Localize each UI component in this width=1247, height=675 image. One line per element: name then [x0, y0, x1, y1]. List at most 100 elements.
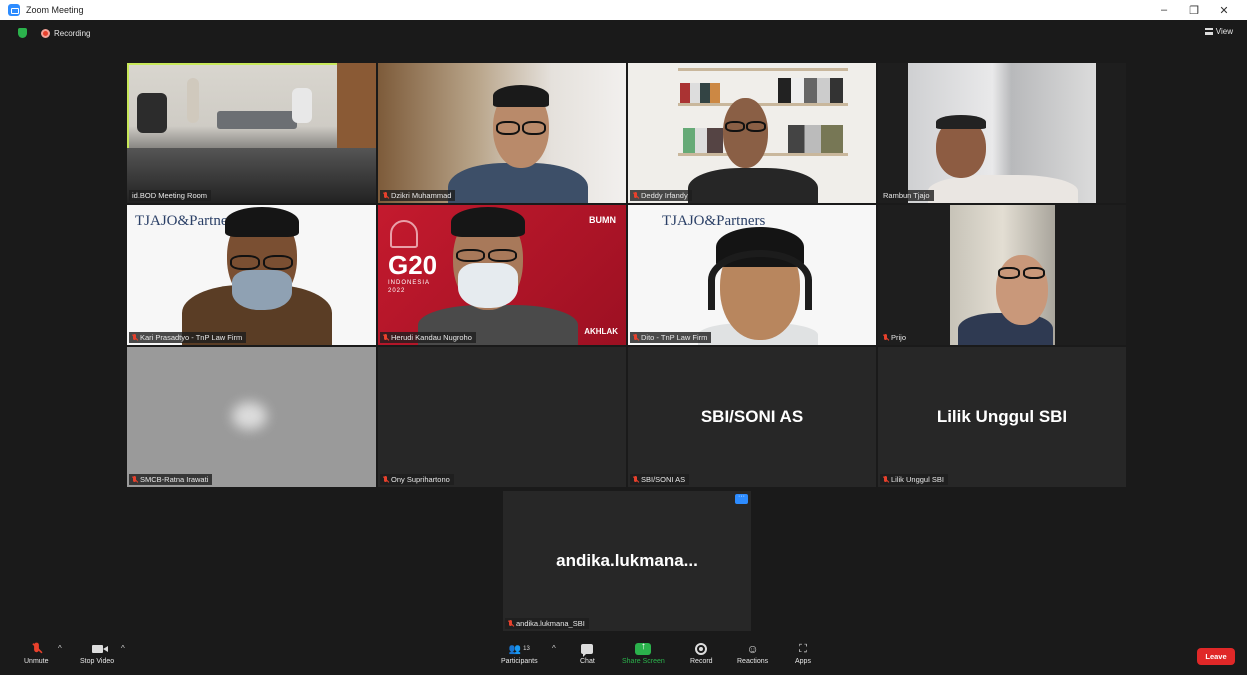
more-options-button[interactable]: ···	[735, 493, 748, 504]
books	[680, 83, 720, 103]
glasses-right	[746, 121, 766, 132]
leave-button[interactable]: Leave	[1197, 648, 1235, 665]
meeting-top-bar: Recording View	[0, 22, 1247, 44]
view-button[interactable]: View	[1204, 27, 1233, 36]
video-tile-andika[interactable]: ··· andika.lukmana... andika.lukmana_SBI	[503, 491, 751, 631]
standing-person	[187, 78, 199, 123]
g20-subtitle: INDONESIA	[388, 280, 431, 286]
participant-name-label: Kari Prasadtyo - TnP Law Firm	[129, 332, 247, 343]
security-shield-icon[interactable]	[18, 28, 27, 38]
participant-name-label: SMCB-Ratna Irawati	[129, 474, 213, 485]
mic-muted-icon	[132, 475, 137, 484]
mic-muted-icon	[633, 333, 638, 342]
blurred-video	[232, 402, 267, 430]
video-tile-dito[interactable]: TJAJO&Partners Dito - TnP Law Firm	[628, 205, 876, 345]
recording-label[interactable]: Recording	[54, 29, 90, 38]
video-tile-deddy[interactable]: Deddy Irfandy	[628, 63, 876, 203]
share-screen-button[interactable]: Share Screen	[622, 640, 665, 665]
glasses-right	[522, 121, 546, 135]
person-head	[996, 255, 1048, 325]
video-options-caret-icon[interactable]: ^	[121, 644, 125, 653]
smiley-icon: ☺	[746, 642, 759, 656]
mic-muted-icon	[33, 640, 39, 658]
glasses-left	[998, 267, 1020, 279]
unmute-button[interactable]: Unmute	[24, 640, 49, 665]
participant-name-label: Dito - TnP Law Firm	[630, 332, 712, 343]
participants-button[interactable]: 👥 13 Participants	[501, 640, 538, 666]
participant-name-label: andika.lukmana_SBI	[505, 618, 589, 629]
participant-name-label: Deddy Irfandy	[630, 190, 692, 201]
close-icon[interactable]: ✕	[1209, 4, 1239, 17]
video-tile-dzikri[interactable]: Dzikri Muhammad	[378, 63, 626, 203]
reactions-button[interactable]: ☺ Reactions	[737, 640, 768, 665]
video-tile-prijo[interactable]: Prijo	[878, 205, 1126, 345]
mic-muted-icon	[132, 333, 137, 342]
mic-muted-icon	[883, 475, 888, 484]
video-tile-ony[interactable]: Ony Suprihartono	[378, 347, 626, 487]
hair	[936, 115, 986, 129]
mic-muted-icon	[383, 475, 388, 484]
books	[683, 128, 723, 153]
apps-button[interactable]: ⛶ Apps	[795, 640, 811, 666]
participant-display-name: Lilik Unggul SBI	[936, 407, 1068, 426]
participant-name-label: Prijo	[880, 332, 911, 343]
glasses-left	[456, 249, 485, 262]
video-tile-bod-room[interactable]: id.BOD Meeting Room	[127, 63, 376, 203]
chat-button[interactable]: Chat	[580, 640, 595, 665]
face-mask	[458, 263, 518, 308]
view-label: View	[1215, 27, 1233, 36]
recording-dot-icon[interactable]	[41, 28, 50, 38]
restore-icon[interactable]: ❐	[1179, 4, 1209, 17]
mic-muted-icon	[383, 333, 388, 342]
chair	[137, 93, 167, 133]
glasses-left	[230, 255, 260, 270]
glasses-left	[496, 121, 520, 135]
participant-display-name: SBI/SONI AS	[700, 407, 804, 426]
video-tile-kari[interactable]: TJAJO&Partners Kari Prasadtyo - TnP Law …	[127, 205, 376, 345]
chat-icon	[581, 640, 594, 658]
zoom-app-icon	[8, 4, 20, 16]
hair	[493, 85, 549, 107]
record-icon	[695, 640, 708, 658]
video-tile-ratna[interactable]: SMCB-Ratna Irawati	[127, 347, 376, 487]
video-tile-lilik[interactable]: Lilik Unggul SBI Lilik Unggul SBI	[878, 347, 1126, 487]
minimize-icon[interactable]: –	[1149, 4, 1179, 16]
mic-muted-icon	[633, 475, 638, 484]
seated-person	[292, 88, 312, 123]
participants-caret-icon[interactable]: ^	[552, 644, 556, 653]
hair	[225, 207, 299, 237]
record-button[interactable]: Record	[690, 640, 713, 665]
g20-title: G20	[388, 250, 438, 280]
video-tile-rambun[interactable]: Rambun Tjajo	[878, 63, 1126, 203]
audio-options-caret-icon[interactable]: ^	[58, 644, 62, 653]
mic-muted-icon	[633, 191, 638, 200]
participant-name-label: Ony Suprihartono	[380, 474, 454, 485]
bumn-logo: BUMN	[589, 215, 616, 225]
law-firm-logo: TJAJO&Partners	[135, 213, 239, 229]
mic-muted-icon	[383, 191, 388, 200]
g20-year: 2022	[388, 288, 406, 294]
g20-emblem-icon	[390, 220, 418, 248]
glasses-left	[725, 121, 745, 132]
participant-name-label: SBI/SONI AS	[630, 474, 690, 485]
akhlak-logo: AKHLAK	[584, 327, 618, 336]
grid-view-icon	[1204, 28, 1213, 35]
video-tile-herudi[interactable]: G20 INDONESIA 2022 BUMN AKHLAK Herudi Ka…	[378, 205, 626, 345]
video-tile-soni[interactable]: SBI/SONI AS SBI/SONI AS	[628, 347, 876, 487]
shelf	[678, 103, 848, 106]
participant-name-label: Herudi Kandau Nugroho	[380, 332, 476, 343]
face-mask	[232, 270, 292, 310]
participant-name-label: Lilik Unggul SBI	[880, 474, 948, 485]
person-body	[448, 163, 588, 203]
window-title: Zoom Meeting	[26, 5, 84, 15]
stop-video-button[interactable]: Stop Video	[80, 640, 114, 665]
mic-muted-icon	[883, 333, 888, 342]
person-head	[723, 98, 768, 168]
apps-icon: ⛶	[799, 642, 807, 655]
headphones-icon	[708, 250, 812, 310]
share-screen-icon	[635, 640, 652, 658]
glasses-right	[263, 255, 293, 270]
bookshelf	[337, 63, 376, 153]
person-body	[688, 168, 818, 203]
glasses-right	[488, 249, 517, 262]
